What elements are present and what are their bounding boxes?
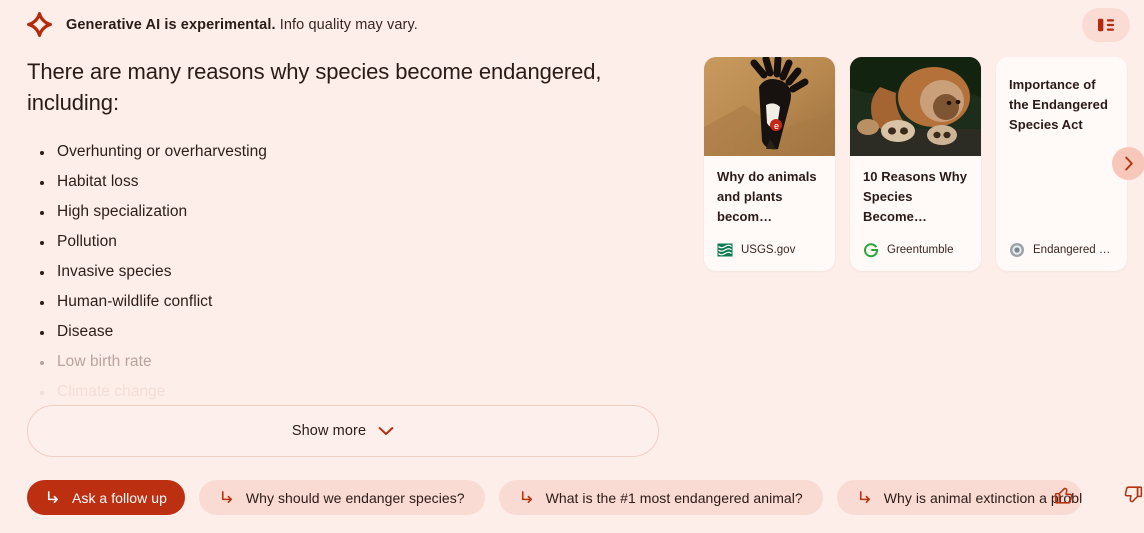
source-card-attribution: USGS.gov <box>717 242 795 258</box>
source-card-title: Why do animals and plants becom… <box>717 169 817 224</box>
source-card[interactable]: 10 Reasons Why Species Become… Greentumbl… <box>850 57 981 271</box>
orangutan-photo <box>850 57 981 156</box>
followup-chip[interactable]: What is the #1 most endangered animal? <box>498 480 823 515</box>
list-item: Climate change <box>27 377 667 407</box>
layout-view-icon <box>1097 17 1115 33</box>
arrow-turn-down-right-icon <box>47 491 58 503</box>
thumb-down-icon <box>1122 484 1144 506</box>
source-card-title: 10 Reasons Why Species Become… <box>863 169 968 224</box>
list-item: Habitat loss <box>27 167 667 197</box>
list-item: Invasive species <box>27 257 667 287</box>
panel-header: Generative AI is experimental. Info qual… <box>0 0 1144 50</box>
source-card-source-name: Endangered … <box>1033 244 1111 256</box>
followup-chip-label: Ask a follow up <box>72 489 167 506</box>
list-item: Disease <box>27 317 667 347</box>
greentumble-favicon <box>864 243 879 258</box>
answer-body: There are many reasons why species becom… <box>27 56 667 407</box>
thumb-up-icon <box>1053 484 1075 506</box>
flying-condor-photo: e <box>704 57 835 156</box>
usgs-favicon <box>717 243 733 257</box>
followup-chip-label: Why should we endanger species? <box>245 489 465 506</box>
followup-chip-row[interactable]: Ask a follow up Why should we endanger sp… <box>27 480 1082 515</box>
show-more-label: Show more <box>291 423 367 439</box>
source-card[interactable]: Importance of the Endangered Species Act… <box>996 57 1127 271</box>
followup-chip[interactable]: Why should we endanger species? <box>198 480 485 515</box>
followup-chip[interactable]: Why is animal extinction a proble <box>836 480 1082 515</box>
endangered-seal-favicon <box>1010 243 1024 257</box>
list-item: High specialization <box>27 197 667 227</box>
arrow-turn-down-right-icon <box>221 491 232 503</box>
source-card-source-name: USGS.gov <box>741 244 796 256</box>
source-card[interactable]: e Why do animals and plants becom… USGS.go… <box>704 57 835 271</box>
disclaimer-bold: Generative AI is experimental. <box>66 16 276 33</box>
arrow-turn-down-right-icon <box>521 491 532 503</box>
source-card-carousel[interactable]: e Why do animals and plants becom… USGS.go… <box>704 57 1127 271</box>
arrow-turn-down-right-icon <box>859 491 870 503</box>
source-card-title: Importance of the Endangered Species Act <box>1009 77 1108 132</box>
chevron-right-icon <box>1124 156 1134 171</box>
disclaimer-normal: Info quality may vary. <box>279 16 418 33</box>
list-item: Low birth rate <box>27 347 667 377</box>
source-card-body: Importance of the Endangered Species Act <box>996 57 1127 135</box>
disclaimer-group: Generative AI is experimental. Info qual… <box>27 12 418 37</box>
chevron-down-icon <box>378 426 394 436</box>
disclaimer-text: Generative AI is experimental. Info qual… <box>66 15 418 35</box>
show-more-button[interactable]: Show more <box>27 405 659 457</box>
followup-chip-label: What is the #1 most endangered animal? <box>545 489 803 506</box>
thumb-down-button[interactable] <box>1122 484 1144 506</box>
list-item: Pollution <box>27 227 667 257</box>
list-item: Overhunting or overharvesting <box>27 137 667 167</box>
carousel-next-button[interactable] <box>1112 147 1144 180</box>
source-card-source-name: Greentumble <box>887 244 954 256</box>
page-title: There are many reasons why species becom… <box>27 59 602 115</box>
ask-follow-up-button[interactable]: Ask a follow up <box>27 480 185 515</box>
source-card-attribution: Endangered … <box>1009 242 1110 258</box>
source-card-attribution: Greentumble <box>863 242 953 258</box>
reasons-list: Overhunting or overharvesting Habitat los… <box>27 137 667 407</box>
source-card-body: 10 Reasons Why Species Become… <box>850 156 981 227</box>
ai-overview-panel: Generative AI is experimental. Info qual… <box>0 0 1144 533</box>
thumb-up-button[interactable] <box>1053 484 1075 506</box>
sparkle-icon <box>27 12 52 37</box>
svg-text:e: e <box>774 121 779 131</box>
layout-view-button[interactable] <box>1082 8 1130 42</box>
list-item: Human-wildlife conflict <box>27 287 667 317</box>
source-card-body: Why do animals and plants becom… <box>704 156 835 227</box>
